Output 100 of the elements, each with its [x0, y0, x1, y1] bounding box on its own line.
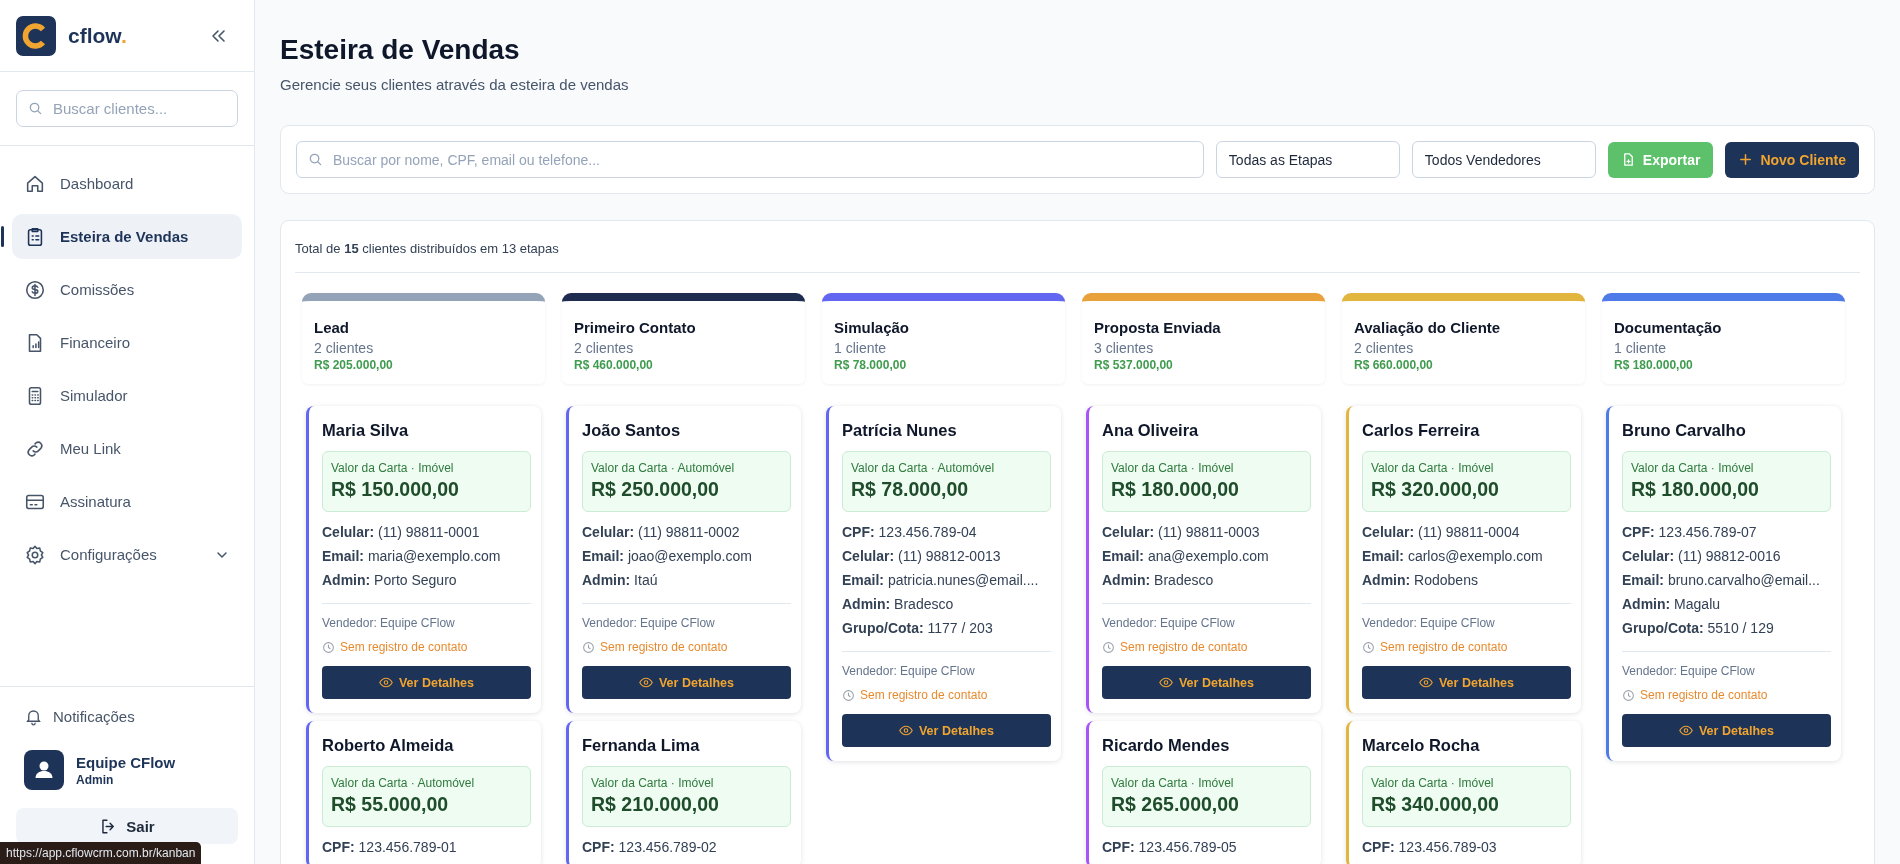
client-field: Celular: (11) 98811-0002: [582, 526, 791, 539]
contact-status: Sem registro de contato: [1380, 640, 1508, 654]
value-category: Valor da Carta · Automóvel: [851, 461, 996, 475]
value-amount: R$ 320.000,00: [1371, 478, 1500, 501]
nav-item[interactable]: Financeiro: [12, 320, 242, 365]
value-amount: R$ 180.000,00: [1111, 478, 1240, 501]
eye-icon: [638, 677, 653, 688]
client-name: Bruno Carvalho: [1622, 421, 1747, 440]
client-field: CPF: 123.456.789-01: [322, 841, 531, 854]
eye-icon: [1678, 725, 1693, 736]
column-count: 1 cliente: [834, 340, 888, 356]
value-category: Valor da Carta · Imóvel: [1111, 776, 1235, 790]
details-button[interactable]: Ver Detalhes: [1102, 666, 1311, 699]
details-button[interactable]: Ver Detalhes: [1362, 666, 1571, 699]
details-button[interactable]: Ver Detalhes: [582, 666, 791, 699]
details-button[interactable]: Ver Detalhes: [1622, 714, 1831, 747]
column-title: Primeiro Contato: [574, 319, 697, 336]
search-field[interactable]: Buscar por nome, CPF, email ou telefone...: [296, 141, 1204, 178]
seller-text: Vendedor: Equipe CFlow: [842, 664, 976, 678]
user-role: Admin: [76, 772, 115, 787]
column-count: 3 clientes: [1094, 340, 1155, 356]
clock-icon: [582, 640, 595, 654]
user-name: Equipe CFlow: [76, 753, 176, 771]
column-total: R$ 660.000,00: [1354, 358, 1434, 372]
logo-text: cflow.: [68, 23, 128, 48]
value-category: Valor da Carta · Imóvel: [591, 776, 715, 790]
client-field: Celular: (11) 98811-0001: [322, 526, 531, 539]
client-field: Email: ana@exemplo.com: [1102, 550, 1311, 563]
notifications-label: Notificações: [53, 708, 135, 725]
details-button[interactable]: Ver Detalhes: [842, 714, 1051, 747]
search-field[interactable]: Buscar clientes...: [16, 90, 238, 127]
client-field: CPF: 123.456.789-07: [1622, 526, 1831, 539]
client-field: Celular: (11) 98812-0016: [1622, 550, 1831, 563]
client-field: Celular: (11) 98811-0004: [1362, 526, 1571, 539]
client-name: Maria Silva: [322, 421, 410, 440]
client-name: Roberto Almeida: [322, 736, 455, 755]
client-field: Admin: Bradesco: [1102, 574, 1311, 587]
value-amount: R$ 340.000,00: [1371, 793, 1500, 816]
seller-text: Vendedor: Equipe CFlow: [322, 616, 456, 630]
contact-status: Sem registro de contato: [600, 640, 728, 654]
nav-item[interactable]: Assinatura: [12, 479, 242, 524]
value-amount: R$ 180.000,00: [1631, 478, 1760, 501]
client-field: Celular: (11) 98811-0003: [1102, 526, 1311, 539]
client-name: Marcelo Rocha: [1362, 736, 1481, 755]
client-field: Email: joao@exemplo.com: [582, 550, 791, 563]
column-count: 1 cliente: [1614, 340, 1668, 356]
nav-item[interactable]: Simulador: [12, 373, 242, 418]
plus-icon: [1738, 152, 1754, 167]
value-category: Valor da Carta · Automóvel: [331, 776, 476, 790]
client-field: Email: carlos@exemplo.com: [1362, 550, 1571, 563]
value-amount: R$ 78.000,00: [851, 478, 970, 501]
search-icon: [28, 101, 43, 116]
value-category: Valor da Carta · Automóvel: [591, 461, 736, 475]
client-field: Grupo/Cota: 5510 / 129: [1622, 622, 1831, 635]
seller-text: Vendedor: Equipe CFlow: [1622, 664, 1756, 678]
filter-dropdown[interactable]: Todos Vendedores: [1411, 141, 1596, 178]
contact-status: Sem registro de contato: [1120, 640, 1248, 654]
notifications-link[interactable]: Notificações: [16, 701, 238, 732]
value-category: Valor da Carta · Imóvel: [1371, 461, 1495, 475]
logo-icon: [16, 15, 56, 56]
value-category: Valor da Carta · Imóvel: [1631, 461, 1755, 475]
nav-item[interactable]: Dashboard: [12, 161, 242, 206]
column-total: R$ 460.000,00: [574, 358, 654, 372]
client-field: Admin: Porto Seguro: [322, 574, 531, 587]
client-field: CPF: 123.456.789-05: [1102, 841, 1311, 854]
gear-icon: [24, 543, 46, 566]
nav-item[interactable]: Comissões: [12, 267, 242, 312]
logout-button[interactable]: Sair: [16, 808, 238, 844]
status-url-tooltip: https://app.cflowcrm.com.br/kanban: [0, 842, 202, 864]
column-count: 2 clientes: [1354, 340, 1415, 356]
client-field: Email: maria@exemplo.com: [322, 550, 531, 563]
eye-icon: [898, 725, 913, 736]
value-category: Valor da Carta · Imóvel: [1371, 776, 1495, 790]
client-name: Ricardo Mendes: [1102, 736, 1231, 755]
nav-item[interactable]: Meu Link: [12, 426, 242, 471]
value-amount: R$ 250.000,00: [591, 478, 720, 501]
client-field: Email: patricia.nunes@email....: [842, 574, 1051, 587]
client-field: Celular: (11) 98812-0013: [842, 550, 1051, 563]
value-amount: R$ 265.000,00: [1111, 793, 1240, 816]
column-title: Avaliação do Cliente: [1354, 319, 1502, 336]
clock-icon: [1622, 688, 1635, 702]
new-client-button[interactable]: Novo Cliente: [1725, 141, 1859, 178]
client-field: Admin: Rodobens: [1362, 574, 1571, 587]
client-field: Admin: Itaú: [582, 574, 791, 587]
avatar-icon: [24, 750, 64, 790]
value-amount: R$ 150.000,00: [331, 478, 460, 501]
details-button[interactable]: Ver Detalhes: [322, 666, 531, 699]
clock-icon: [322, 640, 335, 654]
column-total: R$ 537.000,00: [1094, 358, 1174, 372]
value-category: Valor da Carta · Imóvel: [1111, 461, 1235, 475]
contact-status: Sem registro de contato: [1640, 688, 1768, 702]
seller-text: Vendedor: Equipe CFlow: [1102, 616, 1236, 630]
page-title: Esteira de Vendas: [280, 34, 521, 66]
nav-item[interactable]: Configurações: [12, 532, 242, 577]
page-subtitle: Gerencie seus clientes através da esteira de vendas: [280, 76, 630, 93]
client-field: CPF: 123.456.789-02: [582, 841, 791, 854]
clock-icon: [1102, 640, 1115, 654]
eye-icon: [1158, 677, 1173, 688]
filter-dropdown[interactable]: Todas as Etapas: [1215, 141, 1400, 178]
column-total: R$ 78.000,00: [834, 358, 908, 372]
